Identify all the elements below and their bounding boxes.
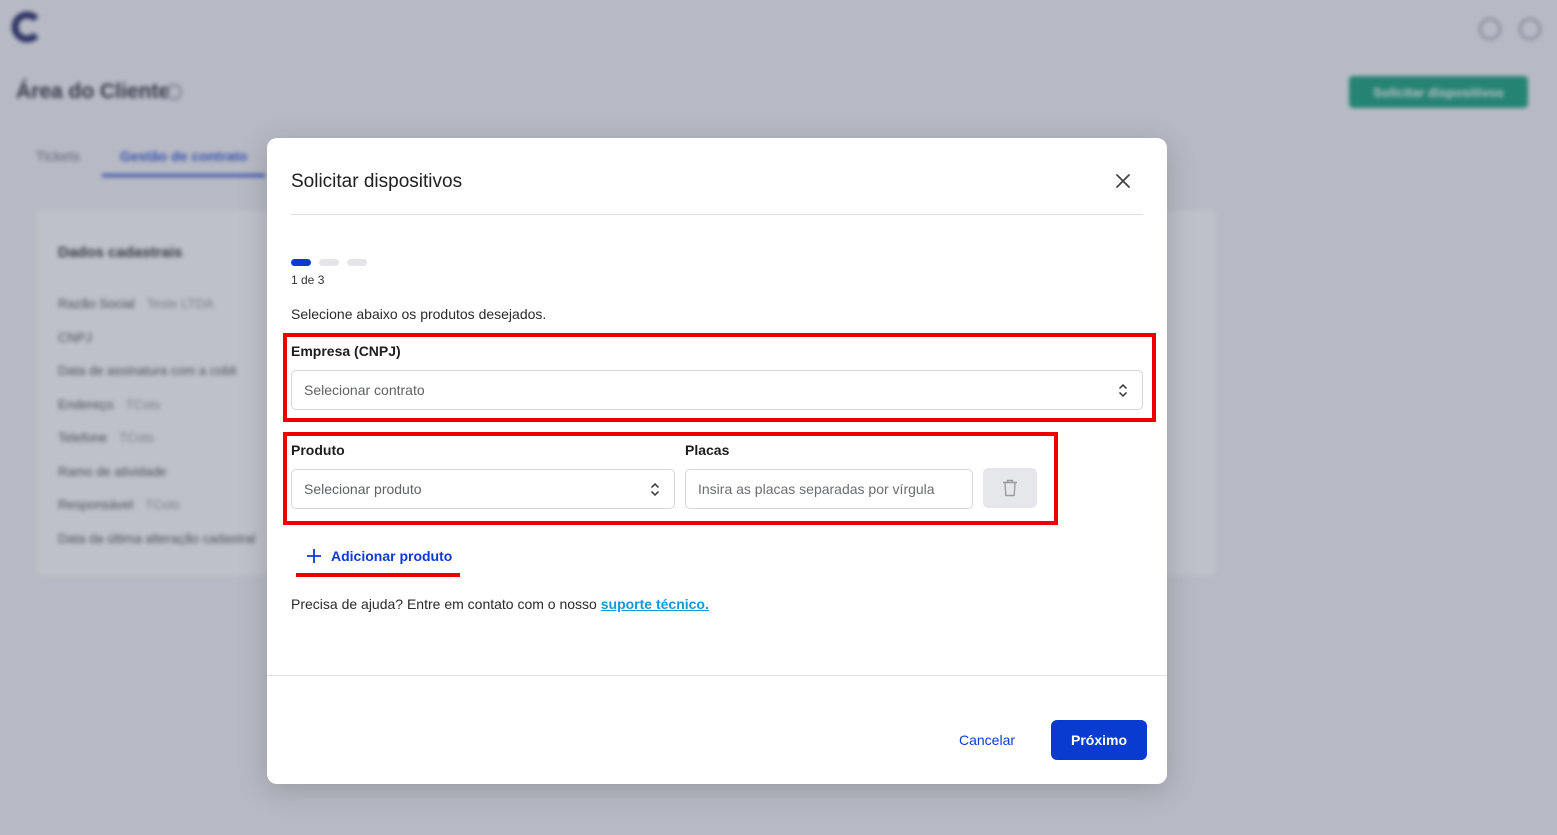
request-devices-modal: Solicitar dispositivos 1 de 3 Selecione … <box>267 138 1167 784</box>
close-icon[interactable] <box>1115 173 1131 189</box>
support-link[interactable]: suporte técnico. <box>601 596 709 612</box>
next-button[interactable]: Próximo <box>1051 720 1147 760</box>
annotation-underline <box>296 573 460 577</box>
footer-divider <box>267 675 1167 676</box>
modal-title: Solicitar dispositivos <box>291 171 463 192</box>
help-text: Precisa de ajuda? Entre em contato com o… <box>291 596 709 612</box>
step-counter: 1 de 3 <box>291 273 325 287</box>
header-divider <box>291 214 1143 215</box>
add-product-button[interactable]: Adicionar produto <box>307 548 452 564</box>
plus-icon <box>307 549 321 563</box>
step-indicator <box>347 259 367 266</box>
step-indicator-active <box>291 259 311 266</box>
cancel-button[interactable]: Cancelar <box>943 720 1031 760</box>
step-indicator <box>319 259 339 266</box>
stepper <box>291 259 367 266</box>
annotation-box-empresa <box>283 333 1156 422</box>
instructions: Selecione abaixo os produtos desejados. <box>291 306 547 322</box>
add-product-label: Adicionar produto <box>331 548 453 564</box>
annotation-box-produto <box>283 432 1058 525</box>
